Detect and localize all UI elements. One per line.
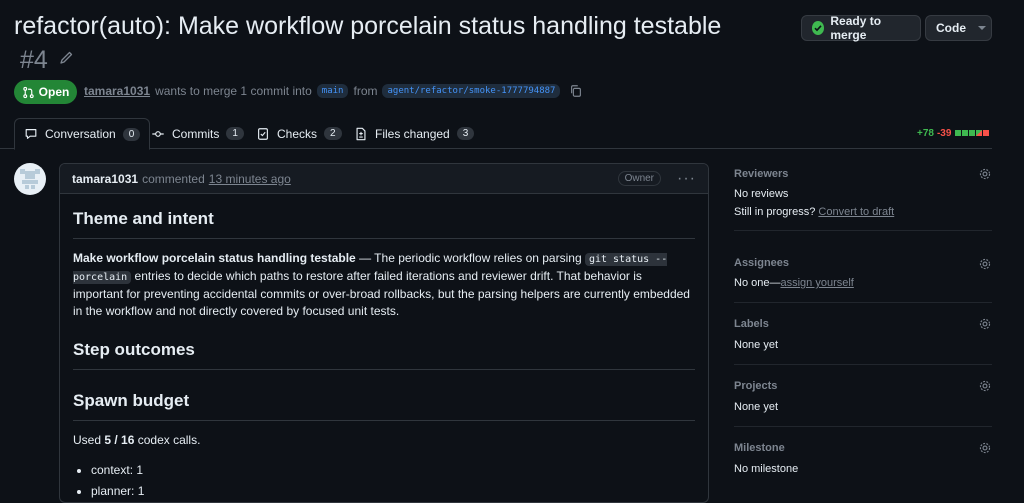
budget-list: context: 1 planner: 1 xyxy=(73,462,695,500)
tab-count: 3 xyxy=(456,127,475,140)
pull-request-icon xyxy=(22,86,34,98)
sidebar-assignees: Assignees No one—assign yourself xyxy=(734,231,992,303)
comment-paragraph: Make workflow porcelain status handling … xyxy=(73,250,695,320)
projects-value: None yet xyxy=(734,401,779,413)
milestone-title[interactable]: Milestone xyxy=(734,427,992,454)
draft-prompt-text: Still in progress? xyxy=(734,206,816,218)
assignees-title[interactable]: Assignees xyxy=(734,231,992,269)
heading-spawn-budget: Spawn budget xyxy=(73,390,695,421)
tab-files-changed[interactable]: Files changed 3 xyxy=(345,118,483,149)
assignees-none: No one— xyxy=(734,277,781,289)
convert-to-draft-link[interactable]: Convert to draft xyxy=(818,206,894,218)
labels-title[interactable]: Labels xyxy=(734,303,992,330)
labels-value: None yet xyxy=(734,339,779,351)
pr-state-badge: Open xyxy=(14,80,77,104)
assignees-value: No one—assign yourself xyxy=(734,277,992,289)
sidebar-labels: Labels None yet xyxy=(734,303,992,365)
paragraph-text-b: entries to decide which paths to restore… xyxy=(73,269,690,318)
projects-title[interactable]: Projects xyxy=(734,365,992,392)
gear-icon[interactable] xyxy=(978,441,992,455)
tab-count: 1 xyxy=(226,127,244,140)
ready-to-merge-label: Ready to merge xyxy=(830,14,882,42)
tab-count: 2 xyxy=(324,127,342,140)
comment-author[interactable]: tamara1031 xyxy=(72,172,138,186)
budget-paragraph: Used 5 / 16 codex calls. xyxy=(73,432,695,449)
comment-verb: commented xyxy=(142,171,205,186)
tab-checks[interactable]: Checks 2 xyxy=(247,118,351,149)
tab-count: 0 xyxy=(122,127,141,141)
gear-icon[interactable] xyxy=(978,167,992,181)
additions-count: +78 xyxy=(917,128,934,139)
code-button-label: Code xyxy=(936,21,966,35)
owner-badge: Owner xyxy=(617,171,662,186)
tab-label: Commits xyxy=(172,126,220,141)
pr-number: #4 xyxy=(20,46,48,74)
reviewers-title[interactable]: Reviewers xyxy=(734,163,992,180)
tab-label: Files changed xyxy=(375,126,450,141)
diffstat: +78 -39 xyxy=(917,128,990,139)
head-branch[interactable]: agent/refactor/smoke-1777794887 xyxy=(382,84,561,98)
checks-icon xyxy=(258,127,268,140)
budget-bold: 5 / 16 xyxy=(104,433,135,447)
kebab-menu-icon[interactable]: ··· xyxy=(677,170,696,186)
sidebar: Reviewers No reviews Still in progress? … xyxy=(734,163,992,487)
paragraph-bold: Make workflow porcelain status handling … xyxy=(73,251,356,265)
avatar[interactable] xyxy=(14,163,46,195)
pr-author-link[interactable]: tamara1031 xyxy=(84,84,150,98)
code-button[interactable]: Code xyxy=(925,15,992,41)
tab-label: Checks xyxy=(277,126,318,141)
file-diff-icon xyxy=(356,127,366,140)
from-text: from xyxy=(353,84,378,98)
milestone-value: No milestone xyxy=(734,463,799,475)
check-circle-icon xyxy=(812,21,825,35)
sidebar-milestone: Milestone No milestone xyxy=(734,427,992,487)
heading-theme: Theme and intent xyxy=(73,208,695,239)
comment-header: tamara1031 commented 13 minutes ago Owne… xyxy=(60,164,708,194)
heading-step-outcomes: Step outcomes xyxy=(73,339,695,370)
diffstat-blocks xyxy=(954,128,990,139)
reviewers-value: No reviews xyxy=(734,188,789,200)
gear-icon[interactable] xyxy=(978,257,992,271)
draft-prompt: Still in progress? Convert to draft xyxy=(734,206,992,218)
gear-icon[interactable] xyxy=(978,317,992,331)
tab-label: Conversation xyxy=(45,127,116,141)
base-branch[interactable]: main xyxy=(316,84,349,98)
comment-body: Theme and intent Make workflow porcelain… xyxy=(60,194,708,502)
budget-text-a: Used xyxy=(73,433,105,447)
sidebar-projects: Projects None yet xyxy=(734,365,992,427)
comment-timestamp[interactable]: 13 minutes ago xyxy=(209,172,291,186)
tab-conversation[interactable]: Conversation 0 xyxy=(14,118,151,150)
budget-text-b: codex calls. xyxy=(134,433,201,447)
gear-icon[interactable] xyxy=(978,379,992,393)
comment-box: tamara1031 commented 13 minutes ago Owne… xyxy=(59,163,709,503)
edit-pencil-icon[interactable] xyxy=(58,50,74,66)
copy-icon[interactable] xyxy=(569,84,583,98)
chevron-down-icon xyxy=(978,26,986,30)
comment-icon xyxy=(25,129,37,139)
pr-meta: tamara1031 wants to merge 1 commit into … xyxy=(84,82,583,100)
merge-text: wants to merge 1 commit into xyxy=(155,84,312,98)
sidebar-reviewers: Reviewers No reviews Still in progress? … xyxy=(734,163,992,231)
assign-yourself-link[interactable]: assign yourself xyxy=(780,277,853,289)
paragraph-text-a: — The periodic workflow relies on parsin… xyxy=(355,251,585,265)
deletions-count: -39 xyxy=(936,128,952,139)
pr-state-label: Open xyxy=(38,85,70,99)
ready-to-merge-button[interactable]: Ready to merge xyxy=(801,14,921,42)
tab-commits[interactable]: Commits 1 xyxy=(142,118,253,149)
commit-icon xyxy=(152,130,164,137)
list-item: context: 1 xyxy=(91,462,695,479)
pr-title: refactor(auto): Make workflow porcelain … xyxy=(14,12,722,40)
